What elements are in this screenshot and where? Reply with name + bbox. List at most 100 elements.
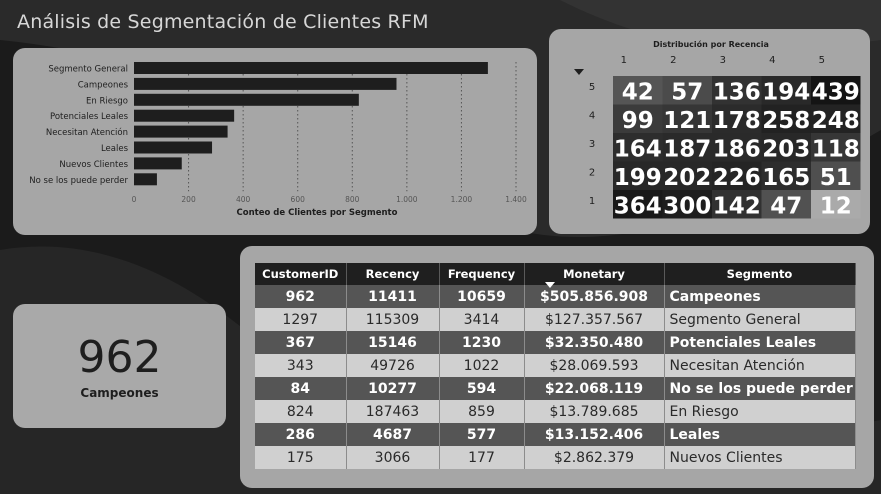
bar[interactable] [134,125,228,138]
cell-monetary: $127.357.567 [524,308,665,331]
heatmap-cell-value: 121 [663,108,711,134]
cell-frequency: 577 [439,423,525,446]
cell-frequency: 177 [439,446,525,469]
x-axis-title: Conteo de Clientes por Segmento [237,208,398,218]
cell-customer-id: 343 [255,354,347,377]
kpi-card[interactable]: 962 Campeones [13,304,226,428]
heatmap-cell-value: 226 [713,165,761,191]
bar[interactable] [134,109,235,122]
x-tick-label: 600 [291,195,306,204]
heatmap-cell-value: 439 [812,79,860,105]
cell-customer-id: 824 [255,400,347,423]
page-title: Análisis de Segmentación de Clientes RFM [17,11,429,33]
bar[interactable] [134,157,182,170]
heatmap-title: Distribución por Recencia [653,39,769,49]
category-label: Campeones [78,80,129,90]
cell-recency: 10277 [346,377,440,400]
cell-segmento: Necesitan Atención [664,354,856,377]
heatmap-cell-value: 57 [671,79,703,105]
row-label: 3 [589,139,595,150]
column-label: 4 [769,55,775,66]
bar[interactable] [134,141,213,154]
table-row[interactable]: 1297 115309 3414 $127.357.567 Segmento Gener… [255,308,856,331]
recency-heatmap-panel[interactable]: Distribución por Recencia 1 2 3 4 5 5 42 57 136 19… [549,29,870,234]
column-header-customerid[interactable]: CustomerID [255,263,347,285]
column-header-recency[interactable]: Recency [346,263,440,285]
heatmap-cell-value: 199 [614,165,662,191]
x-tick-label: 800 [345,195,360,204]
cell-customer-id: 84 [255,377,347,400]
customer-table-panel[interactable]: CustomerID Recency Frequency Monetary Se… [240,246,874,488]
heatmap-cell-value: 118 [812,136,860,162]
heatmap-cell-value: 194 [762,79,810,105]
cell-segmento: En Riesgo [664,400,856,423]
table-row[interactable]: 962 11411 10659 $505.856.908 Campeones [255,285,856,308]
kpi-value: 962 [77,332,162,383]
category-label: Potenciales Leales [50,112,129,122]
sort-descending-icon[interactable] [544,282,555,288]
cell-recency: 15146 [346,331,440,354]
cell-segmento: Nuevos Clientes [664,446,856,469]
heatmap-cell-value: 142 [713,193,761,219]
x-tick-label: 1.400 [505,195,527,204]
category-label: Leales [101,144,129,154]
recency-heatmap[interactable]: Distribución por Recencia1 2 3 4 55 42 57 136 19… [549,29,870,234]
x-tick-label: 1.200 [451,195,473,204]
heatmap-cell-value: 42 [622,79,654,105]
column-header-frequency[interactable]: Frequency [439,263,525,285]
category-label: Segmento General [48,65,128,75]
cell-monetary: $32.350.480 [524,331,665,354]
cell-recency: 115309 [346,308,440,331]
cell-monetary: $505.856.908 [524,285,665,308]
cell-customer-id: 175 [255,446,347,469]
customer-segment-table[interactable]: CustomerID Recency Frequency Monetary Se… [255,263,856,469]
cell-recency: 49726 [346,354,440,377]
table-row[interactable]: 175 3066 177 $2.862.379 Nuevos Clientes [255,446,856,469]
heatmap-cell-value: 258 [762,108,810,134]
cell-recency: 4687 [346,423,440,446]
segment-count-bar-chart[interactable]: 0 200 400 600 800 1.000 1.200 1.400 Segmento Gen… [13,48,537,235]
table-row[interactable]: 84 10277 594 $22.068.119 No se los puede per… [255,377,856,400]
table-row[interactable]: 286 4687 577 $13.152.406 Leales [255,423,856,446]
cell-segmento: Campeones [664,285,856,308]
cell-segmento: No se los puede perder [664,377,856,400]
category-label: Nuevos Clientes [59,160,128,170]
column-label: 2 [670,55,676,66]
kpi-label: Campeones [80,386,159,400]
x-tick-label: 0 [132,195,137,204]
heatmap-cell-value: 178 [713,108,761,134]
heatmap-cell-value: 165 [762,165,810,191]
column-header-monetary[interactable]: Monetary [524,263,665,288]
cell-monetary: $28.069.593 [524,354,665,377]
cell-customer-id: 286 [255,423,347,446]
heatmap-cell-value: 51 [820,165,852,191]
bar[interactable] [134,173,157,186]
segment-count-chart-panel[interactable]: 0 200 400 600 800 1.000 1.200 1.400 Segmento Gen… [13,48,537,235]
heatmap-cell-value: 47 [770,193,802,219]
heatmap-cell-value: 164 [614,136,662,162]
bar[interactable] [134,62,488,74]
x-tick-label: 400 [236,195,251,204]
category-label: No se los puede perder [29,176,128,186]
heatmap-cell-value: 12 [820,193,852,219]
column-header-monetary-label: Monetary [563,267,625,281]
heatmap-cell-value: 187 [663,136,711,162]
table-row[interactable]: 367 15146 1230 $32.350.480 Potenciales Leale… [255,331,856,354]
cell-recency: 3066 [346,446,440,469]
table-row[interactable]: 343 49726 1022 $28.069.593 Necesitan Atenció… [255,354,856,377]
bar[interactable] [134,77,397,90]
column-header-segmento[interactable]: Segmento [664,263,856,285]
heatmap-cell-value: 364 [614,193,662,219]
sort-descending-icon[interactable] [574,69,584,75]
bar[interactable] [134,93,359,106]
table-row[interactable]: 824 187463 859 $13.789.685 En Riesgo [255,400,856,423]
heatmap-cell-value: 202 [663,165,711,191]
cell-customer-id: 367 [255,331,347,354]
heatmap-cell-value: 99 [622,108,654,134]
column-label: 5 [819,55,825,66]
x-tick-label: 1.000 [396,195,418,204]
row-label: 1 [589,196,595,207]
row-label: 2 [589,168,595,179]
column-label: 1 [621,55,627,66]
cell-customer-id: 962 [255,285,347,308]
